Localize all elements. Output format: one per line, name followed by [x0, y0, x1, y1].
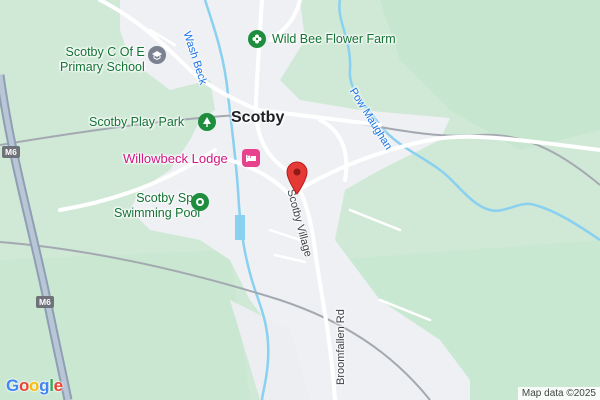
spa-label[interactable]: Scotby Spa Swimming Pool: [114, 191, 200, 221]
school-label-line-2: Primary School: [60, 60, 145, 74]
place-label-scotby[interactable]: Scotby: [231, 109, 284, 127]
pool-icon[interactable]: [191, 193, 209, 211]
m6-shield-top: M6: [2, 146, 20, 158]
google-logo[interactable]: Google: [6, 376, 63, 396]
m6-shield-bottom: M6: [36, 296, 54, 308]
google-logo-text: Google: [6, 376, 63, 395]
tree-icon[interactable]: [198, 113, 216, 131]
school-icon[interactable]: [148, 46, 166, 64]
bed-icon[interactable]: [242, 149, 260, 167]
map-view[interactable]: M6 M6 Scotby C Of E Primary School Wash …: [0, 0, 600, 400]
road-label-broomfallen: Broomfallen Rd: [335, 309, 347, 385]
school-label[interactable]: Scotby C Of E Primary School: [60, 45, 145, 75]
map-pin-icon[interactable]: [286, 161, 308, 195]
spa-label-line-1: Scotby Spa: [136, 191, 201, 205]
school-label-line-1: Scotby C Of E: [65, 45, 145, 59]
farm-label[interactable]: Wild Bee Flower Farm: [272, 32, 396, 46]
spa-label-line-2: Swimming Pool: [114, 206, 201, 220]
map-attribution[interactable]: Map data ©2025: [517, 387, 600, 400]
flower-icon[interactable]: [248, 30, 266, 48]
play-park-label[interactable]: Scotby Play Park: [89, 115, 184, 129]
lodge-label[interactable]: Willowbeck Lodge: [123, 151, 228, 166]
